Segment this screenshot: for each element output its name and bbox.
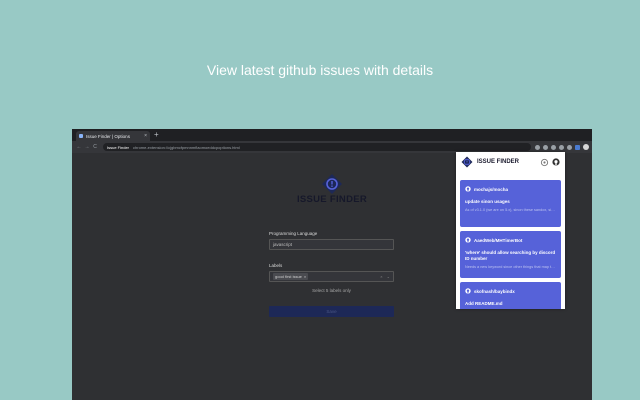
tab-options[interactable]: Issue Finder | Options × [76,131,150,141]
extension-icon[interactable] [551,145,556,150]
issue-card[interactable]: AaedWeb/MHTimerBot 'where' should allow … [460,231,561,278]
labels-hint: Select 5 labels only [269,288,394,293]
headline: View latest github issues with details [0,62,640,78]
address-url: chrome-extension://cjgbmcfpmnnmflaomoedd… [133,145,240,150]
issue-description: Needs a new keyword since other things t… [465,265,556,270]
issue-finder-logo-icon [321,173,343,195]
popup-title: ISSUE FINDER [477,159,540,165]
gear-icon[interactable] [540,158,549,167]
bookmark-star-icon[interactable] [535,145,540,150]
label-chip-text: good first issue [275,274,302,279]
issue-repo: AaedWeb/MHTimerBot [465,237,556,243]
select-controls: × ⌄ [380,274,390,279]
save-button[interactable]: Save [269,306,394,317]
new-tab-button[interactable]: + [154,130,159,140]
github-icon [465,186,471,192]
issue-repo-name: AaedWeb/MHTimerBot [474,238,522,243]
extension-icon[interactable] [543,145,548,150]
tab-close-icon[interactable]: × [144,133,147,139]
labels-select[interactable]: good first issue × × ⌄ [269,271,394,282]
tab-favicon-icon [79,134,83,138]
language-input[interactable]: javascript [269,239,394,250]
issue-repo-name: skofnash/baybindx [474,289,515,294]
extension-icon[interactable] [567,145,572,150]
issue-title: 'where' should allow searching by discor… [465,250,556,262]
address-bar[interactable]: Issue Finder chrome-extension://cjgbmcfp… [103,143,531,151]
reload-icon[interactable]: C [91,144,99,150]
issue-list: mochajs/mocha update sinon usages As of … [460,180,561,309]
popup-header: ISSUE FINDER [456,152,565,172]
options-form: Programming Language javascript Labels g… [269,231,394,317]
github-icon [465,237,471,243]
tab-title: Issue Finder | Options [86,134,144,139]
language-label: Programming Language [269,231,394,236]
label-chip: good first issue × [273,273,308,280]
extension-popup: ISSUE FINDER mochajs/mocha update sinon … [456,152,565,309]
github-icon[interactable] [552,158,560,166]
issue-repo-name: mochajs/mocha [474,187,508,192]
issue-repo: mochajs/mocha [465,186,556,192]
issue-title: update sinon usages [465,199,556,205]
forward-icon[interactable]: → [83,144,91,150]
chevron-down-icon[interactable]: ⌄ [387,274,390,279]
address-site-name: Issue Finder [107,145,129,150]
github-icon [465,288,471,294]
issue-finder-logo-icon [461,156,473,168]
issue-card[interactable]: skofnash/baybindx Add README.md [460,282,561,309]
issue-description: As of v3.1.0 (we are on 5.x), sinon thes… [465,208,556,213]
chip-remove-icon[interactable]: × [304,274,306,279]
language-value: javascript [273,242,292,247]
tab-bar: Issue Finder | Options × + [72,129,592,141]
issue-finder-extension-icon[interactable] [575,145,580,150]
clear-icon[interactable]: × [380,274,382,279]
back-icon[interactable]: ← [75,144,83,150]
toolbar-icons [535,144,589,150]
profile-avatar[interactable] [583,144,589,150]
issue-repo: skofnash/baybindx [465,288,556,294]
labels-label: Labels [269,263,394,268]
issue-title: Add README.md [465,301,556,307]
issue-card[interactable]: mochajs/mocha update sinon usages As of … [460,180,561,227]
extension-icon[interactable] [559,145,564,150]
